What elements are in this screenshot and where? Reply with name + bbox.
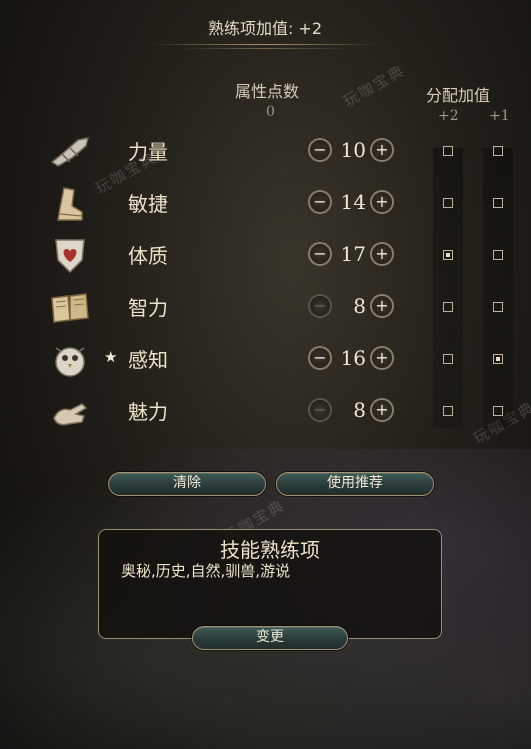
decrease-button[interactable]: − [308, 346, 332, 370]
attribute-name: 体质 [128, 244, 168, 268]
bonus-plus2-checkbox[interactable] [443, 146, 453, 156]
bonus-plus2-checkbox[interactable] [443, 354, 453, 364]
attribute-name: 感知 [128, 348, 168, 372]
attribute-name: 力量 [128, 140, 168, 164]
bonus-plus1-checkbox[interactable] [493, 406, 503, 416]
bonus-plus2-checkbox[interactable] [443, 250, 453, 260]
attribute-value: 8 [353, 294, 366, 318]
hand-icon [48, 392, 92, 432]
skill-proficiency-panel: 技能熟练项 奥秘,历史,自然,驯兽,游说 [98, 529, 442, 639]
boot-icon [48, 184, 92, 224]
bonus-plus2-checkbox[interactable] [443, 406, 453, 416]
increase-button[interactable]: + [370, 398, 394, 422]
use-recommended-button[interactable]: 使用推荐 [276, 472, 434, 496]
clear-button[interactable]: 清除 [108, 472, 266, 496]
attribute-value: 10 [340, 138, 366, 162]
decrease-button[interactable]: − [308, 242, 332, 266]
decrease-button[interactable]: − [308, 398, 332, 422]
book-icon [48, 288, 92, 328]
bonus-column-header: 分配加值 [426, 86, 491, 105]
bonus-plus2-checkbox[interactable] [443, 198, 453, 208]
decrease-button[interactable]: − [308, 294, 332, 318]
star-icon: ★ [104, 348, 118, 366]
owl-icon [48, 340, 92, 380]
bonus-plus1-checkbox[interactable] [493, 198, 503, 208]
attribute-row: 敏捷 −14 + [0, 178, 531, 230]
skill-proficiency-title: 技能熟练项 [220, 538, 320, 562]
heart-shield-icon [48, 236, 92, 276]
bonus-plus1-checkbox[interactable] [493, 146, 503, 156]
bonus-plus2-checkbox[interactable] [443, 302, 453, 312]
attribute-name: 魅力 [128, 400, 168, 424]
gauntlet-icon [48, 132, 92, 172]
proficiency-bonus-label: 熟练项加值: +2 [207, 19, 323, 38]
bonus-plus1-checkbox[interactable] [493, 354, 503, 364]
header-divider [180, 48, 350, 49]
bonus-plus1-header: +1 [489, 108, 510, 124]
bonus-plus1-checkbox[interactable] [493, 250, 503, 260]
increase-button[interactable]: + [370, 138, 394, 162]
attribute-value: 14 [340, 190, 366, 214]
attribute-value: 16 [340, 346, 366, 370]
attribute-value: 8 [353, 398, 366, 422]
attribute-name: 智力 [128, 296, 168, 320]
bonus-plus1-checkbox[interactable] [493, 302, 503, 312]
attribute-row: 智力 −8 + [0, 282, 531, 334]
attribute-value: 17 [340, 242, 366, 266]
attribute-row: 魅力 −8 + [0, 386, 531, 438]
increase-button[interactable]: + [370, 242, 394, 266]
increase-button[interactable]: + [370, 346, 394, 370]
bonus-plus2-header: +2 [438, 108, 459, 124]
change-button[interactable]: 变更 [192, 626, 348, 650]
attribute-row: 力量 −10 + [0, 126, 531, 178]
attribute-row: 体质 −17 + [0, 230, 531, 282]
attribute-row: ★ 感知 −16 + [0, 334, 531, 386]
skill-proficiency-list: 奥秘,历史,自然,驯兽,游说 [121, 562, 291, 580]
points-column-header: 属性点数 [235, 82, 300, 101]
decrease-button[interactable]: − [308, 190, 332, 214]
attribute-name: 敏捷 [128, 192, 168, 216]
increase-button[interactable]: + [370, 190, 394, 214]
proficiency-header: 熟练项加值: +2 [140, 0, 390, 52]
watermark: 玩咖宝典 [340, 61, 409, 111]
decrease-button[interactable]: − [308, 138, 332, 162]
increase-button[interactable]: + [370, 294, 394, 318]
points-remaining: 0 [266, 104, 275, 120]
header-divider [150, 44, 380, 45]
